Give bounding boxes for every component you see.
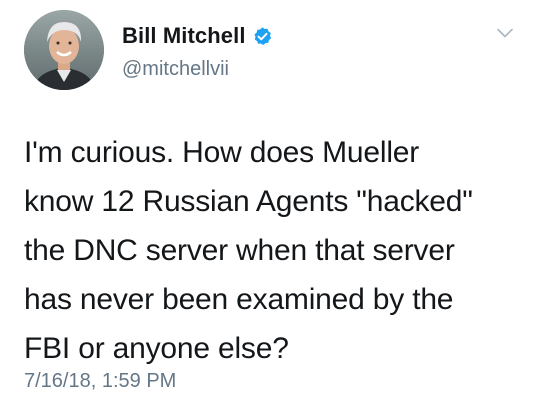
name-row: Bill Mitchell [122, 22, 273, 50]
display-name[interactable]: Bill Mitchell [122, 23, 246, 49]
tweet-timestamp[interactable]: 7/16/18, 1:59 PM [24, 370, 176, 393]
tweet-card: Bill Mitchell @mitchellvii I'm curious. … [0, 0, 540, 413]
avatar[interactable] [24, 10, 104, 90]
user-handle[interactable]: @mitchellvii [122, 58, 273, 81]
chevron-down-icon[interactable] [496, 26, 514, 38]
user-info: Bill Mitchell @mitchellvii [122, 22, 273, 81]
tweet-text: I'm curious. How does Mueller know 12 Ru… [24, 136, 473, 365]
verified-badge-icon [252, 26, 273, 47]
